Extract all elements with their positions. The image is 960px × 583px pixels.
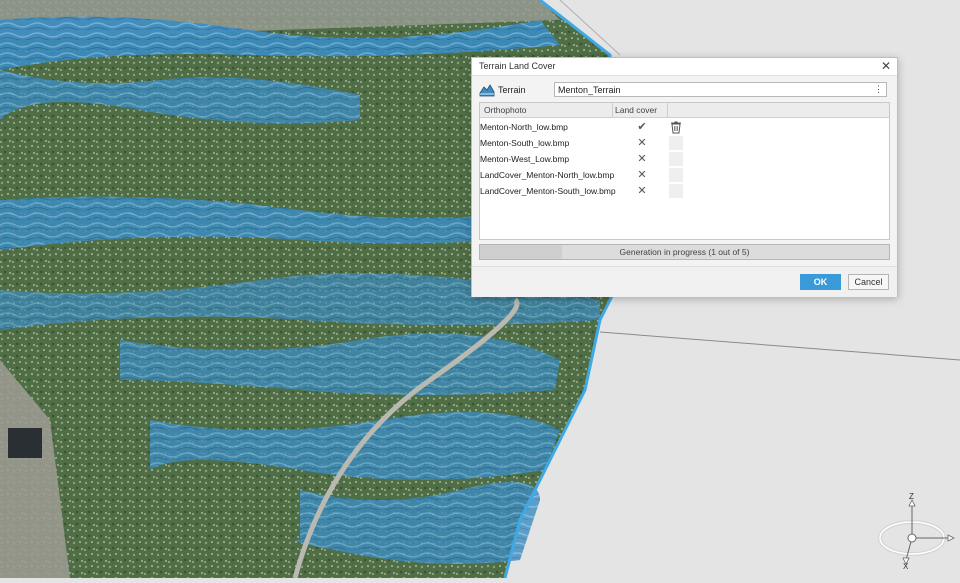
- column-divider[interactable]: [667, 103, 668, 117]
- axis-z-label: Z: [909, 492, 914, 501]
- progress-text: Generation in progress (1 out of 5): [619, 247, 750, 257]
- ok-button[interactable]: OK: [800, 274, 841, 290]
- terrain-select[interactable]: Menton_Terrain ⋮: [554, 82, 887, 97]
- axis-x-label: X: [903, 562, 909, 571]
- column-divider[interactable]: [612, 103, 613, 117]
- orthophoto-name: LandCover_Menton-South_low.bmp: [480, 186, 616, 196]
- navigation-gizmo[interactable]: Z X: [874, 492, 960, 578]
- orthophoto-name: Menton-South_low.bmp: [480, 138, 570, 148]
- orthophoto-table: Orthophoto Land cover Menton-North_low.b…: [479, 102, 890, 240]
- close-icon[interactable]: ✕: [880, 59, 892, 73]
- column-header-orthophoto[interactable]: Orthophoto: [484, 105, 527, 115]
- table-header: Orthophoto Land cover: [480, 103, 889, 118]
- action-cell: [669, 152, 683, 166]
- table-row[interactable]: Menton-South_low.bmp ✕: [480, 135, 889, 151]
- orthophoto-name: LandCover_Menton-North_low.bmp: [480, 170, 615, 180]
- terrain-icon: [479, 84, 495, 97]
- table-row[interactable]: LandCover_Menton-North_low.bmp ✕: [480, 167, 889, 183]
- navigation-gizmo-icon[interactable]: [874, 492, 960, 578]
- trash-icon[interactable]: [669, 120, 683, 134]
- generation-progress-bar: Generation in progress (1 out of 5): [479, 244, 890, 260]
- action-cell: [669, 136, 683, 150]
- dialog-titlebar[interactable]: Terrain Land Cover ✕: [472, 58, 897, 76]
- cancel-button[interactable]: Cancel: [848, 274, 889, 290]
- dialog-title: Terrain Land Cover: [479, 61, 556, 71]
- orthophoto-name: Menton-West_Low.bmp: [480, 154, 570, 164]
- land-cover-pending-icon: ✕: [637, 137, 647, 149]
- orthophoto-name: Menton-North_low.bmp: [480, 122, 568, 132]
- table-row[interactable]: LandCover_Menton-South_low.bmp ✕: [480, 183, 889, 199]
- terrain-land-cover-dialog: Terrain Land Cover ✕ Terrain Menton_Terr…: [471, 57, 898, 297]
- dialog-footer: OK Cancel: [472, 266, 897, 297]
- land-cover-done-icon: ✔: [637, 121, 647, 133]
- land-cover-pending-icon: ✕: [637, 169, 647, 181]
- table-row[interactable]: Menton-West_Low.bmp ✕: [480, 151, 889, 167]
- land-cover-pending-icon: ✕: [637, 185, 647, 197]
- table-row[interactable]: Menton-North_low.bmp ✔: [480, 119, 889, 135]
- action-cell: [669, 168, 683, 182]
- more-options-icon[interactable]: ⋮: [874, 84, 883, 95]
- action-cell: [669, 184, 683, 198]
- column-header-land-cover[interactable]: Land cover: [615, 105, 657, 115]
- terrain-select-value: Menton_Terrain: [558, 85, 621, 95]
- land-cover-pending-icon: ✕: [637, 153, 647, 165]
- terrain-label: Terrain: [498, 85, 526, 95]
